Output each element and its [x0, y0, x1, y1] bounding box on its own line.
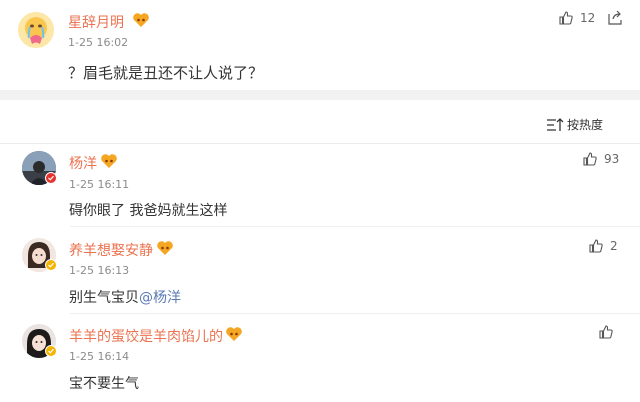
sort-by-hot-button[interactable]: 按热度 — [546, 116, 603, 133]
verified-badge-icon — [45, 259, 57, 271]
comment-2-content: 别生气宝贝@杨洋 — [69, 287, 181, 307]
vip-heart-badge-icon — [226, 327, 242, 341]
vip-heart-badge-icon — [101, 154, 117, 168]
comment-2-text: 别生气宝贝 — [69, 290, 139, 306]
comment-2-mention-link[interactable]: @杨洋 — [139, 290, 181, 306]
sort-icon — [547, 117, 564, 131]
comment-1-content: 碍你眼了 我爸妈就生这样 — [69, 203, 228, 219]
vip-heart-badge-icon — [157, 241, 173, 255]
comment-3-content: 宝不要生气 — [69, 376, 139, 392]
post-like-button[interactable]: 12 — [558, 10, 595, 26]
sort-label: 按热度 — [567, 118, 604, 132]
comment-divider — [70, 226, 640, 227]
comment-3-time: 1-25 16:14 — [69, 350, 130, 363]
post-like-count: 12 — [580, 11, 596, 25]
post-time: 1-25 16:02 — [68, 36, 129, 49]
verified-badge-icon — [45, 172, 57, 184]
comment-1-like-count: 93 — [604, 152, 620, 166]
comment-1-like-button[interactable]: 93 — [582, 151, 619, 167]
thumbs-up-icon — [583, 152, 597, 166]
sort-bar — [0, 100, 640, 144]
vip-heart-badge-icon — [133, 13, 149, 27]
comment-3-like-button[interactable] — [598, 324, 620, 340]
thumbs-up-icon — [599, 325, 613, 339]
section-gap — [0, 90, 640, 100]
thumbs-up-icon — [559, 11, 573, 25]
comment-2-like-button[interactable]: 2 — [588, 238, 618, 254]
comment-divider — [70, 313, 640, 314]
comment-1-time: 1-25 16:11 — [69, 178, 130, 191]
main-post: 星辞月明 1-25 16:02 ？眉毛就是丑还不让人说了？ 12 — [0, 0, 640, 90]
post-avatar[interactable] — [18, 12, 54, 48]
thumbs-up-icon — [589, 239, 603, 253]
crying-face-avatar-icon — [18, 12, 54, 48]
comment-2-time: 1-25 16:13 — [69, 264, 130, 277]
comment-2-username[interactable]: 养羊想娶安静 — [69, 240, 153, 260]
share-icon[interactable] — [606, 9, 624, 27]
comment-3-username[interactable]: 羊羊的蛋饺是羊肉馅儿的 — [69, 326, 223, 346]
post-username[interactable]: 星辞月明 — [68, 12, 124, 32]
verified-badge-icon — [45, 345, 57, 357]
comment-1-username[interactable]: 杨洋 — [69, 153, 97, 173]
comment-2-like-count: 2 — [610, 239, 618, 253]
post-content: ？眉毛就是丑还不让人说了？ — [68, 64, 264, 82]
